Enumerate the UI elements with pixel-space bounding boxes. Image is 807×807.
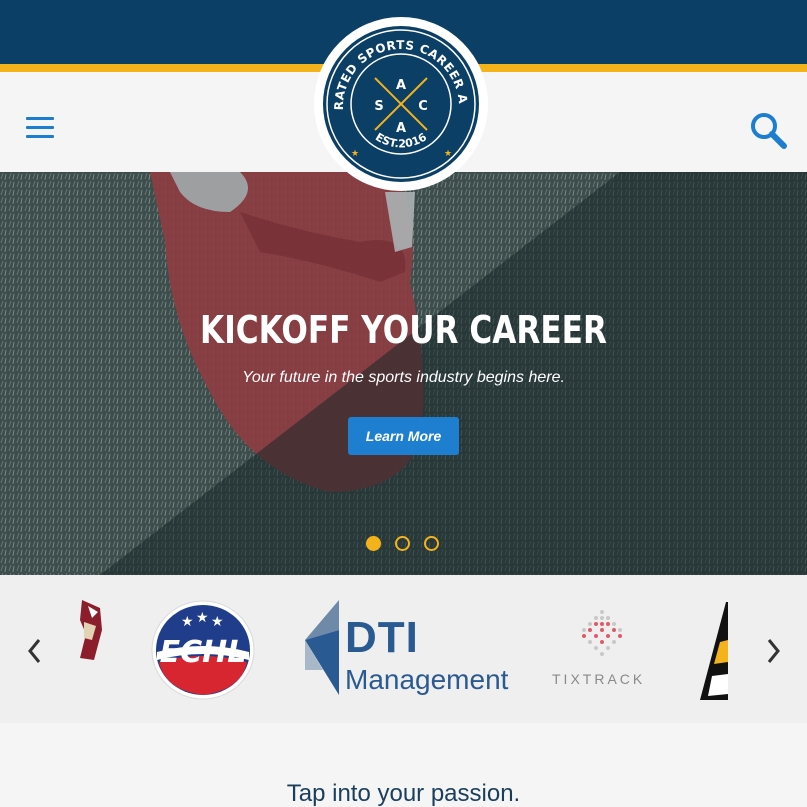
menu-bar xyxy=(26,117,54,120)
menu-bar xyxy=(26,135,54,138)
tixtrack-logo[interactable] xyxy=(572,608,632,664)
logo-letter-left: S xyxy=(374,99,383,114)
search-icon[interactable] xyxy=(748,110,788,150)
hero-subtitle: Your future in the sports industry begin… xyxy=(242,369,565,386)
carousel-prev-arrow[interactable] xyxy=(25,636,45,666)
echl-label: ECHL xyxy=(160,635,247,670)
site-logo[interactable]: ACCELERATED SPORTS CAREER ACADEMY EST.20… xyxy=(307,4,489,193)
svg-text:★: ★ xyxy=(181,614,194,630)
logo-letter-top: A xyxy=(396,78,406,93)
svg-text:★: ★ xyxy=(196,610,209,626)
partner-logo-partial[interactable] xyxy=(700,602,728,700)
intro-tagline: Tap into your passion. xyxy=(286,780,521,807)
logo-letter-right: C xyxy=(418,99,428,114)
svg-text:★: ★ xyxy=(211,614,224,630)
coyotes-logo-partial[interactable] xyxy=(78,600,104,662)
dti-management-logo[interactable] xyxy=(303,600,343,695)
slide-dot-1[interactable] xyxy=(366,536,381,551)
learn-more-button[interactable]: Learn More xyxy=(348,417,459,455)
dti-sublabel: Management xyxy=(345,664,509,695)
logo-letter-bottom: A xyxy=(396,121,406,136)
dti-label: DTI xyxy=(345,613,419,662)
carousel-next-arrow[interactable] xyxy=(763,636,783,666)
hamburger-menu-icon[interactable] xyxy=(26,117,54,139)
hero-title: KICKOFF YOUR CAREER xyxy=(200,308,607,352)
slide-dot-2[interactable] xyxy=(395,536,410,551)
menu-bar xyxy=(26,126,54,129)
tixtrack-label: TIXTRACK xyxy=(552,671,646,687)
echl-logo[interactable]: ★ ★ ★ ECHL xyxy=(151,600,255,700)
slide-dot-3[interactable] xyxy=(424,536,439,551)
logo-star-right-icon: ★ xyxy=(444,149,452,159)
logo-star-left-icon: ★ xyxy=(351,149,359,159)
hero-banner: KICKOFF YOUR CAREER Your future in the s… xyxy=(0,172,807,575)
